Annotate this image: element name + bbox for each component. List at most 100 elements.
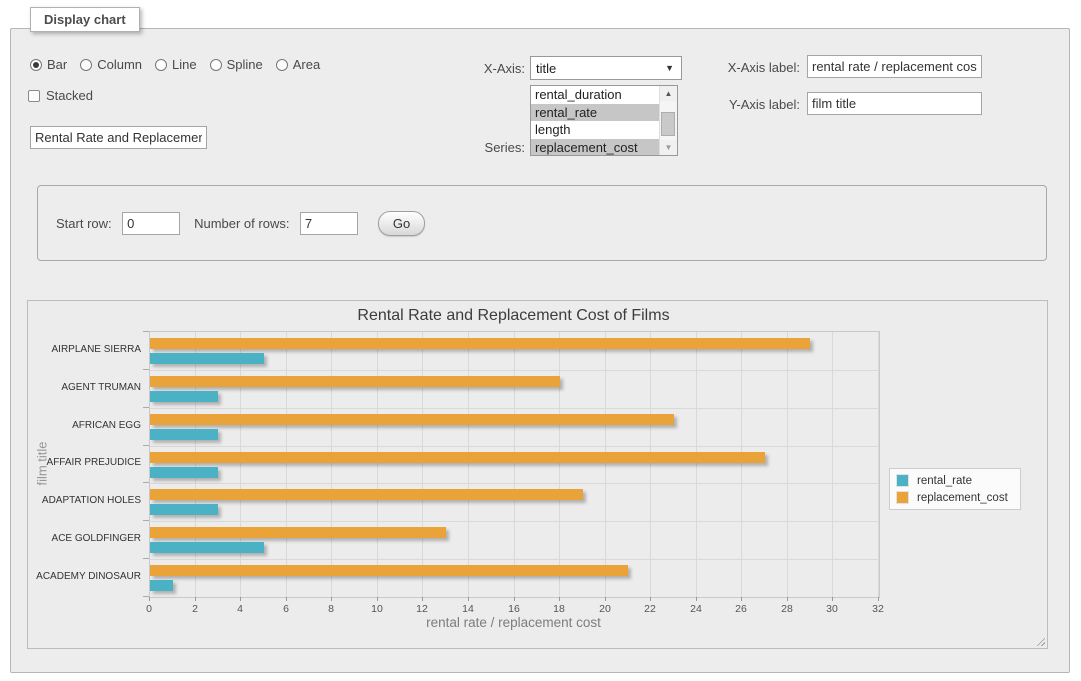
- gridline-horizontal: [150, 370, 879, 371]
- scroll-down-icon[interactable]: ▼: [660, 140, 677, 155]
- page: Display chart Bar Column Line Spline Area St…: [0, 0, 1081, 681]
- legend-item-rental_rate: rental_rate: [896, 474, 1008, 487]
- x-tick-label: 18: [544, 603, 574, 615]
- gridline-horizontal: [150, 559, 879, 560]
- gridline-horizontal: [150, 446, 879, 447]
- bar-rental_rate-airplane-sierra: [150, 353, 264, 364]
- x-axis-tick: [468, 597, 469, 601]
- legend-swatch: [896, 491, 909, 504]
- chart-title: Rental Rate and Replacement Cost of Film…: [149, 307, 878, 325]
- stacked-checkbox[interactable]: [28, 90, 40, 102]
- x-axis-tick: [514, 597, 515, 601]
- resize-grip-icon[interactable]: [1034, 635, 1045, 646]
- legend-label: replacement_cost: [917, 492, 1008, 504]
- gridline-horizontal: [150, 521, 879, 522]
- series-options: rental_durationrental_ratelengthreplacem…: [531, 86, 659, 155]
- bar-rental_rate-adaptation-holes: [150, 504, 218, 515]
- x-tick-label: 10: [362, 603, 392, 615]
- series-option-length[interactable]: length: [531, 121, 659, 139]
- start-row-input[interactable]: [122, 212, 180, 235]
- x-axis-tick: [878, 597, 879, 601]
- gridline-vertical: [514, 332, 515, 597]
- y-axis-tick: [143, 331, 149, 332]
- x-tick-label: 20: [590, 603, 620, 615]
- x-axis-tick: [195, 597, 196, 601]
- x-axis-tick: [832, 597, 833, 601]
- gridline-vertical: [377, 332, 378, 597]
- radio-icon[interactable]: [210, 59, 222, 71]
- gridline-vertical: [832, 332, 833, 597]
- scrollbar-thumb[interactable]: [661, 112, 675, 136]
- bar-replacement_cost-affair-prejudice: [150, 452, 765, 463]
- chart-title-input[interactable]: [30, 126, 207, 149]
- x-axis-tick: [605, 597, 606, 601]
- gridline-vertical: [422, 332, 423, 597]
- row-range-box: Start row: Number of rows: Go: [37, 185, 1047, 261]
- x-axis-select-label: X-Axis:: [425, 61, 525, 76]
- gridline-vertical: [696, 332, 697, 597]
- y-axis-tick: [143, 520, 149, 521]
- x-axis-select[interactable]: title ▼: [530, 56, 682, 80]
- chart-type-label: Spline: [227, 57, 263, 72]
- category-label: AIRPLANE SIERRA: [34, 344, 141, 356]
- gridline-vertical: [787, 332, 788, 597]
- chart-container: Rental Rate and Replacement Cost of Film…: [27, 300, 1048, 649]
- gridline-vertical: [468, 332, 469, 597]
- x-axis-tick: [422, 597, 423, 601]
- x-axis-label-label: X-Axis label:: [700, 60, 800, 75]
- gridline-vertical: [741, 332, 742, 597]
- radio-icon[interactable]: [30, 59, 42, 71]
- bar-rental_rate-agent-truman: [150, 391, 218, 402]
- x-axis-tick: [286, 597, 287, 601]
- gridline-vertical: [240, 332, 241, 597]
- gridline-vertical: [331, 332, 332, 597]
- gridline-vertical: [605, 332, 606, 597]
- gridline-vertical: [286, 332, 287, 597]
- category-label: AGENT TRUMAN: [34, 382, 141, 394]
- chart-type-radio-area[interactable]: Area: [276, 57, 320, 72]
- x-axis-tick: [741, 597, 742, 601]
- category-label: AFRICAN EGG: [34, 420, 141, 432]
- radio-icon[interactable]: [80, 59, 92, 71]
- x-axis-selected-value: title: [536, 61, 665, 76]
- chart-type-label: Bar: [47, 57, 67, 72]
- x-tick-label: 12: [407, 603, 437, 615]
- gridline-vertical: [650, 332, 651, 597]
- start-row-label: Start row:: [56, 216, 112, 231]
- go-button[interactable]: Go: [378, 211, 425, 236]
- number-of-rows-input[interactable]: [300, 212, 358, 235]
- category-label: ACE GOLDFINGER: [34, 533, 141, 545]
- x-axis-tick: [650, 597, 651, 601]
- gridline-vertical: [878, 332, 879, 597]
- radio-icon[interactable]: [276, 59, 288, 71]
- x-tick-label: 16: [499, 603, 529, 615]
- series-listbox[interactable]: rental_durationrental_ratelengthreplacem…: [530, 85, 678, 156]
- x-axis-tick: [331, 597, 332, 601]
- x-axis-label-input[interactable]: [807, 55, 982, 78]
- gridline-vertical: [559, 332, 560, 597]
- bar-replacement_cost-academy-dinosaur: [150, 565, 628, 576]
- bar-rental_rate-affair-prejudice: [150, 467, 218, 478]
- y-axis-label-label: Y-Axis label:: [700, 97, 800, 112]
- category-label: ADAPTATION HOLES: [34, 495, 141, 507]
- scroll-up-icon[interactable]: ▲: [660, 86, 677, 101]
- series-scrollbar[interactable]: ▲ ▼: [659, 86, 677, 155]
- legend-label: rental_rate: [917, 475, 972, 487]
- y-axis-tick: [143, 482, 149, 483]
- gridline-vertical: [195, 332, 196, 597]
- chart-type-radio-spline[interactable]: Spline: [210, 57, 263, 72]
- chart-type-radio-bar[interactable]: Bar: [30, 57, 67, 72]
- bar-replacement_cost-ace-goldfinger: [150, 527, 446, 538]
- chart-type-radio-column[interactable]: Column: [80, 57, 142, 72]
- bar-replacement_cost-airplane-sierra: [150, 338, 810, 349]
- x-axis-tick: [696, 597, 697, 601]
- series-option-rental_duration[interactable]: rental_duration: [531, 86, 659, 104]
- fieldset-legend: Display chart: [30, 7, 140, 32]
- series-option-replacement_cost[interactable]: replacement_cost: [531, 139, 659, 156]
- radio-icon[interactable]: [155, 59, 167, 71]
- stacked-option[interactable]: Stacked: [28, 88, 93, 103]
- y-axis-tick: [143, 558, 149, 559]
- y-axis-label-input[interactable]: [807, 92, 982, 115]
- chart-type-radio-line[interactable]: Line: [155, 57, 197, 72]
- series-option-rental_rate[interactable]: rental_rate: [531, 104, 659, 122]
